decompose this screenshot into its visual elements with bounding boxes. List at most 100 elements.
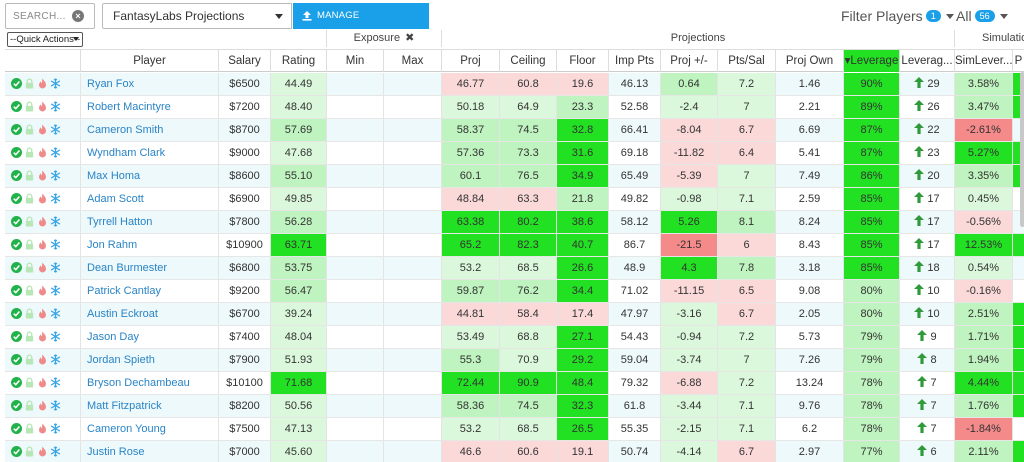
max-exposure-cell[interactable] — [383, 73, 441, 95]
column-header-pts-sal[interactable]: Pts/Sal — [717, 50, 775, 72]
fire-icon[interactable] — [37, 262, 48, 273]
min-exposure-cell[interactable] — [326, 188, 383, 210]
snowflake-icon[interactable] — [50, 124, 61, 135]
max-exposure-cell[interactable] — [383, 372, 441, 394]
column-header-player[interactable]: Player — [80, 50, 218, 72]
table-row[interactable]: Cameron Young $7500 47.13 53.2 68.5 26.5 55.35… — [5, 418, 1024, 441]
close-icon[interactable]: ✖ — [405, 32, 414, 44]
player-name-link[interactable]: Cameron Young — [80, 418, 218, 440]
column-header-proj[interactable]: Proj — [441, 50, 499, 72]
lock-icon[interactable] — [24, 101, 35, 112]
column-header-imp-pts[interactable]: Imp Pts — [608, 50, 660, 72]
fire-icon[interactable] — [37, 78, 48, 89]
snowflake-icon[interactable] — [50, 446, 61, 457]
lock-icon[interactable] — [24, 285, 35, 296]
player-name-link[interactable]: Patrick Cantlay — [80, 280, 218, 302]
check-circle-icon[interactable] — [11, 423, 22, 434]
min-exposure-cell[interactable] — [326, 280, 383, 302]
fire-icon[interactable] — [37, 216, 48, 227]
fire-icon[interactable] — [37, 354, 48, 365]
max-exposure-cell[interactable] — [383, 188, 441, 210]
fire-icon[interactable] — [37, 170, 48, 181]
player-name-link[interactable]: Jordan Spieth — [80, 349, 218, 371]
check-circle-icon[interactable] — [11, 78, 22, 89]
lock-icon[interactable] — [24, 446, 35, 457]
check-circle-icon[interactable] — [11, 285, 22, 296]
snowflake-icon[interactable] — [50, 170, 61, 181]
snowflake-icon[interactable] — [50, 377, 61, 388]
player-name-link[interactable]: Max Homa — [80, 165, 218, 187]
max-exposure-cell[interactable] — [383, 257, 441, 279]
fire-icon[interactable] — [37, 124, 48, 135]
min-exposure-cell[interactable] — [326, 142, 383, 164]
column-header-rating[interactable]: Rating — [270, 50, 326, 72]
check-circle-icon[interactable] — [11, 147, 22, 158]
lock-icon[interactable] — [24, 308, 35, 319]
lock-icon[interactable] — [24, 147, 35, 158]
snowflake-icon[interactable] — [50, 308, 61, 319]
vertical-scrollbar[interactable] — [1020, 72, 1024, 227]
column-header-proj-pm[interactable]: Proj +/- — [660, 50, 717, 72]
min-exposure-cell[interactable] — [326, 211, 383, 233]
fire-icon[interactable] — [37, 423, 48, 434]
table-row[interactable]: Tyrrell Hatton $7800 56.28 63.38 80.2 38.6 58.… — [5, 211, 1024, 234]
snowflake-icon[interactable] — [50, 400, 61, 411]
table-row[interactable]: Austin Eckroat $6700 39.24 44.81 58.4 17.4 47.… — [5, 303, 1024, 326]
check-circle-icon[interactable] — [11, 308, 22, 319]
table-row[interactable]: Justin Rose $7000 45.60 46.6 60.6 19.1 50.74 -4… — [5, 441, 1024, 462]
player-name-link[interactable]: Jason Day — [80, 326, 218, 348]
lock-icon[interactable] — [24, 400, 35, 411]
lock-icon[interactable] — [24, 170, 35, 181]
lock-icon[interactable] — [24, 239, 35, 250]
min-exposure-cell[interactable] — [326, 257, 383, 279]
column-header-extra[interactable]: P — [1012, 50, 1024, 72]
max-exposure-cell[interactable] — [383, 165, 441, 187]
all-players-dropdown[interactable]: All 56 — [956, 8, 1008, 24]
max-exposure-cell[interactable] — [383, 303, 441, 325]
check-circle-icon[interactable] — [11, 124, 22, 135]
min-exposure-cell[interactable] — [326, 73, 383, 95]
fire-icon[interactable] — [37, 239, 48, 250]
manage-projections-button[interactable]: MANAGE PROJECTIONS — [293, 3, 429, 47]
min-exposure-cell[interactable] — [326, 372, 383, 394]
snowflake-icon[interactable] — [50, 262, 61, 273]
table-row[interactable]: Patrick Cantlay $9200 56.47 59.87 76.2 34.4 71… — [5, 280, 1024, 303]
min-exposure-cell[interactable] — [326, 119, 383, 141]
lock-icon[interactable] — [24, 193, 35, 204]
min-exposure-cell[interactable] — [326, 418, 383, 440]
min-exposure-cell[interactable] — [326, 234, 383, 256]
fire-icon[interactable] — [37, 101, 48, 112]
snowflake-icon[interactable] — [50, 423, 61, 434]
lock-icon[interactable] — [24, 377, 35, 388]
max-exposure-cell[interactable] — [383, 119, 441, 141]
snowflake-icon[interactable] — [50, 78, 61, 89]
column-header-min[interactable]: Min — [326, 50, 383, 72]
fire-icon[interactable] — [37, 331, 48, 342]
check-circle-icon[interactable] — [11, 193, 22, 204]
player-name-link[interactable]: Tyrrell Hatton — [80, 211, 218, 233]
table-row[interactable]: Max Homa $8600 55.10 60.1 76.5 34.9 65.49 -5.39… — [5, 165, 1024, 188]
table-row[interactable]: Cameron Smith $8700 57.69 58.37 74.5 32.8 66.4… — [5, 119, 1024, 142]
fire-icon[interactable] — [37, 147, 48, 158]
table-row[interactable]: Jordan Spieth $7900 51.93 55.3 70.9 29.2 59.04… — [5, 349, 1024, 372]
lock-icon[interactable] — [24, 423, 35, 434]
clear-icon[interactable]: × — [72, 10, 84, 22]
lock-icon[interactable] — [24, 331, 35, 342]
max-exposure-cell[interactable] — [383, 280, 441, 302]
check-circle-icon[interactable] — [11, 331, 22, 342]
check-circle-icon[interactable] — [11, 400, 22, 411]
min-exposure-cell[interactable] — [326, 349, 383, 371]
check-circle-icon[interactable] — [11, 377, 22, 388]
snowflake-icon[interactable] — [50, 147, 61, 158]
max-exposure-cell[interactable] — [383, 142, 441, 164]
max-exposure-cell[interactable] — [383, 349, 441, 371]
column-header-proj-own[interactable]: Proj Own — [775, 50, 843, 72]
check-circle-icon[interactable] — [11, 170, 22, 181]
max-exposure-cell[interactable] — [383, 441, 441, 462]
column-header-salary[interactable]: Salary — [218, 50, 270, 72]
max-exposure-cell[interactable] — [383, 326, 441, 348]
search-input[interactable] — [6, 4, 72, 28]
player-name-link[interactable]: Justin Rose — [80, 441, 218, 462]
table-row[interactable]: Matt Fitzpatrick $8200 50.56 58.36 74.5 32.3 6… — [5, 395, 1024, 418]
player-name-link[interactable]: Robert Macintyre — [80, 96, 218, 118]
